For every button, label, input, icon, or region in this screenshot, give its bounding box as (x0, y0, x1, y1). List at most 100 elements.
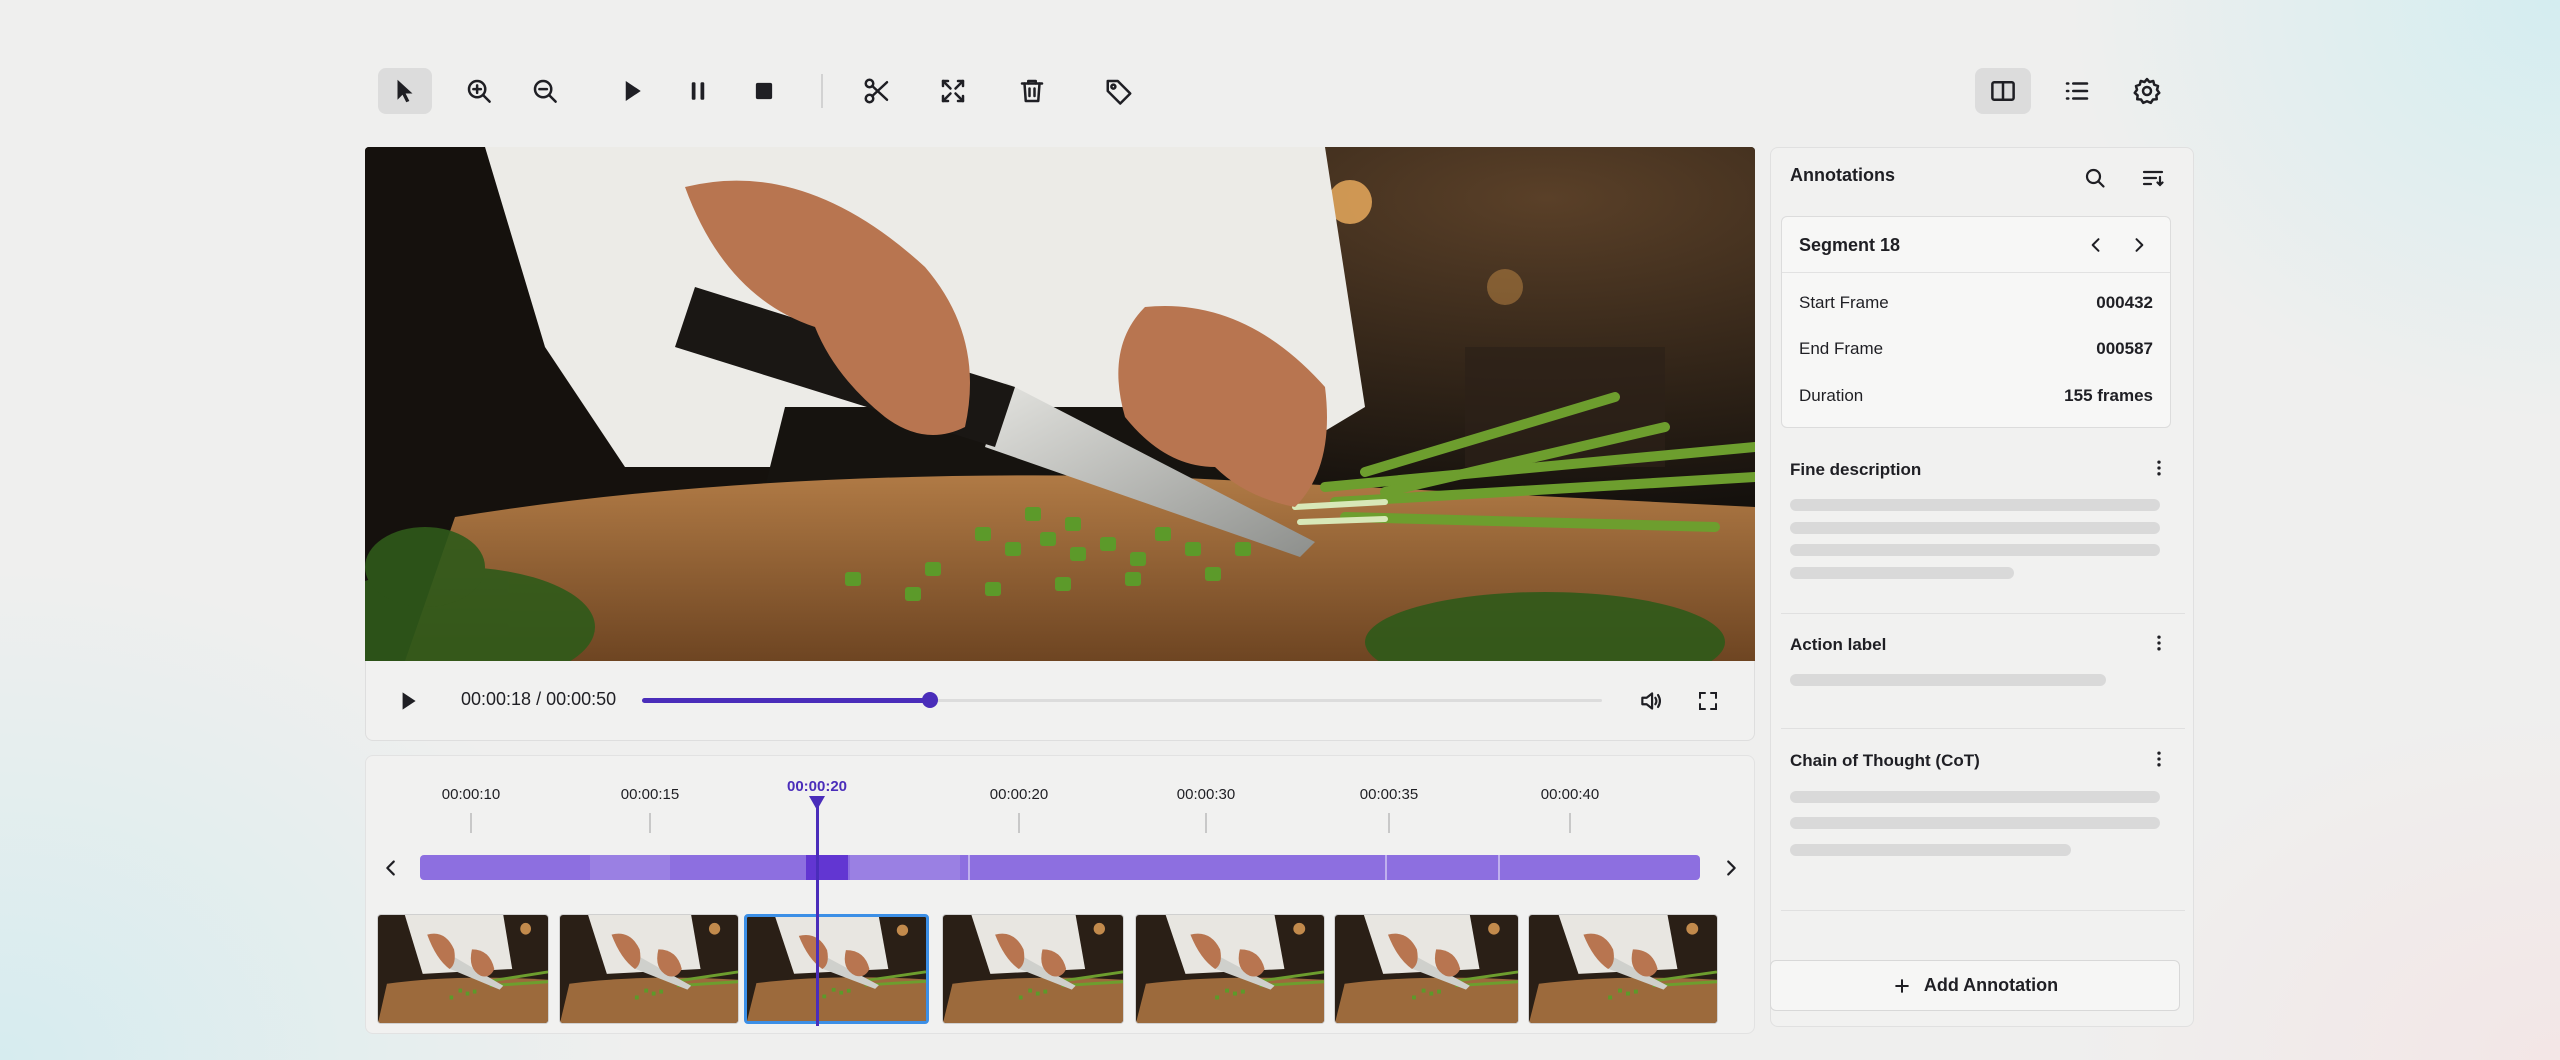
video-frame[interactable] (365, 147, 1755, 661)
section-divider (1781, 728, 2185, 729)
search-button[interactable] (2077, 160, 2113, 196)
player-controls: 00:00:18 / 00:00:50 (365, 661, 1755, 741)
next-segment-button[interactable] (2125, 231, 2153, 259)
split-view-button[interactable] (1975, 68, 2031, 114)
text-placeholder (1790, 844, 2071, 856)
cot-menu[interactable] (2145, 745, 2173, 773)
timeline-prev-button[interactable] (376, 853, 406, 883)
seek-progress (642, 698, 930, 703)
tick-mark (649, 813, 651, 833)
list-icon (2065, 82, 2089, 100)
zoom-in-icon (467, 79, 491, 103)
segment[interactable] (850, 855, 960, 880)
stop-tool[interactable] (737, 68, 791, 114)
fullscreen-icon (1699, 692, 1717, 710)
thumbnail-image (560, 915, 738, 1023)
tag-tool[interactable] (1092, 68, 1146, 114)
segment-divider (968, 855, 970, 880)
duration-label: Duration (1799, 386, 1864, 405)
thumbnail-frame[interactable] (942, 914, 1124, 1024)
tick-label: 00:00:40 (1540, 786, 1600, 803)
video-image (365, 147, 1755, 661)
thumbnail-image (1136, 915, 1324, 1023)
tick-label: 00:00:30 (1176, 786, 1236, 803)
text-placeholder (1790, 567, 2014, 579)
segment-title: Segment 18 (1799, 235, 1901, 255)
thumbnail-image (1335, 915, 1518, 1023)
text-placeholder (1790, 817, 2160, 829)
thumbnail-image (1529, 915, 1717, 1023)
active-segment[interactable] (806, 855, 848, 880)
tag-icon (1106, 79, 1132, 105)
segment-track[interactable] (420, 855, 1700, 880)
play-icon (402, 692, 416, 710)
scissors-icon (864, 78, 889, 104)
select-tool[interactable] (378, 68, 432, 114)
timeline-next-button[interactable] (1716, 853, 1746, 883)
start-frame-label: Start Frame (1799, 293, 1889, 312)
text-placeholder (1790, 791, 2160, 803)
add-annotation-button[interactable]: Add Annotation (1770, 960, 2180, 1011)
text-placeholder (1790, 674, 2106, 686)
list-view-button[interactable] (2050, 68, 2104, 114)
cut-tool[interactable] (850, 68, 904, 114)
seek-bar[interactable] (642, 692, 1602, 708)
filter-sort-icon (2142, 170, 2164, 187)
chevron-left-icon (386, 860, 395, 876)
thumbnail-frame[interactable] (1334, 914, 1519, 1024)
tick-mark (470, 813, 472, 833)
add-annotation-label: Add Annotation (1923, 975, 2059, 995)
player-play-button[interactable] (388, 681, 428, 721)
duration-value: 155 frames (2064, 386, 2153, 405)
end-frame-value: 000587 (2096, 339, 2153, 358)
segment[interactable] (590, 855, 670, 880)
action-label-menu[interactable] (2145, 629, 2173, 657)
filter-button[interactable] (2135, 160, 2171, 196)
annotations-panel: Annotations Segment 18 Start Frame 00043… (1770, 147, 2194, 1027)
zoom-out-tool[interactable] (518, 68, 572, 114)
time-display: 00:00:18 / 00:00:50 (461, 689, 617, 709)
thumbnail-image (747, 917, 926, 1021)
thumbnail-frame[interactable] (1135, 914, 1325, 1024)
start-frame-value: 000432 (2096, 293, 2153, 312)
chevron-left-icon (2091, 238, 2100, 252)
playhead[interactable] (816, 798, 819, 1026)
section-divider (1781, 613, 2185, 614)
thumbnail-frame[interactable] (744, 914, 929, 1024)
volume-button[interactable] (1631, 681, 1671, 721)
more-vertical-icon (2157, 635, 2161, 651)
trash-icon (1020, 79, 1044, 103)
merge-tool[interactable] (926, 68, 980, 114)
prev-segment-button[interactable] (2082, 231, 2110, 259)
thumbnail-frame[interactable] (1528, 914, 1718, 1024)
zoom-in-tool[interactable] (452, 68, 506, 114)
zoom-out-icon (533, 79, 557, 103)
cot-title: Chain of Thought (CoT) (1790, 751, 1980, 770)
tick-mark (1205, 813, 1207, 833)
columns-icon (1991, 81, 2015, 101)
play-icon (625, 81, 641, 101)
chevron-right-icon (1727, 860, 1736, 876)
play-tool[interactable] (605, 68, 659, 114)
fine-description-title: Fine description (1790, 460, 1922, 479)
playhead-time: 00:00:20 (786, 778, 848, 795)
settings-button[interactable] (2120, 68, 2174, 114)
seek-handle[interactable] (922, 692, 938, 708)
text-placeholder (1790, 544, 2160, 556)
timeline[interactable]: 00:00:10 00:00:15 00:00:20 00:00:30 00:0… (365, 755, 1755, 1034)
pointer-icon (397, 79, 413, 103)
pause-icon (691, 82, 705, 100)
fine-description-menu[interactable] (2145, 454, 2173, 482)
tick-mark (1569, 813, 1571, 833)
toolbar-divider (821, 74, 823, 108)
tick-label: 00:00:10 (441, 786, 501, 803)
tick-label: 00:00:15 (620, 786, 680, 803)
pause-tool[interactable] (671, 68, 725, 114)
delete-tool[interactable] (1005, 68, 1059, 114)
segment-divider (1385, 855, 1387, 880)
thumbnail-frame[interactable] (559, 914, 739, 1024)
fullscreen-button[interactable] (1688, 681, 1728, 721)
merge-icon (941, 79, 965, 103)
thumbnail-image (943, 915, 1123, 1023)
thumbnail-frame[interactable] (377, 914, 549, 1024)
